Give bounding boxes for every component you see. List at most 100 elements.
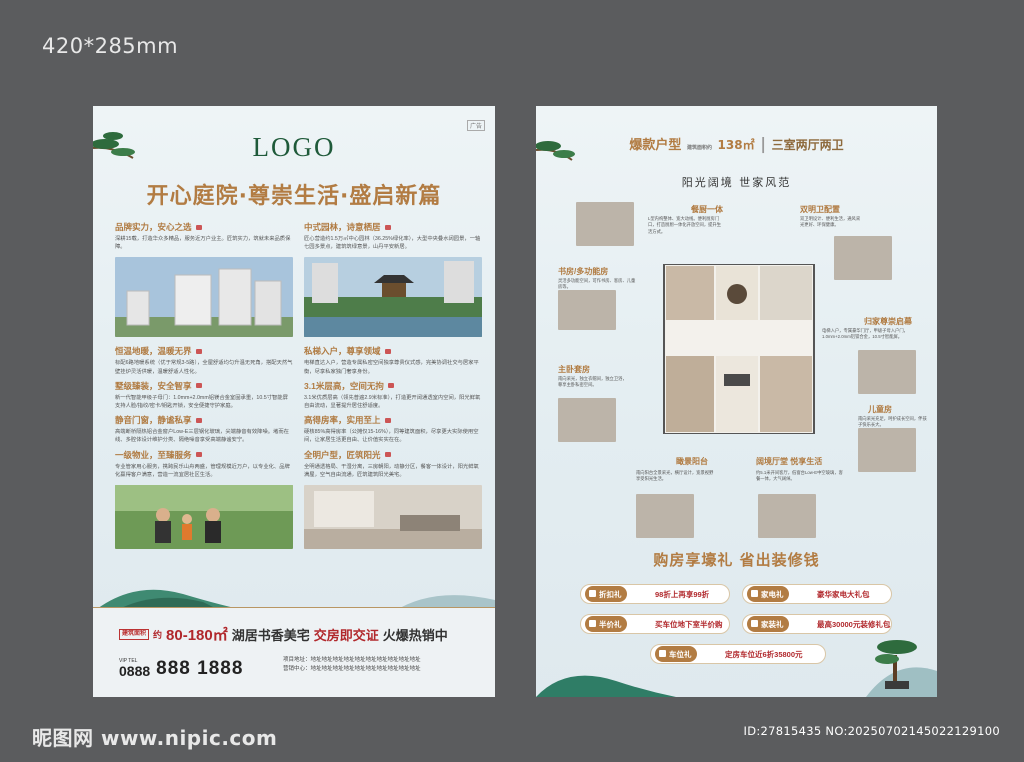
feature-label: 双明卫配置 — [800, 205, 840, 214]
gift-value: 买车位地下室半价购 — [655, 619, 723, 629]
building-photo — [115, 257, 293, 338]
feature-label: 书房/多功能房 — [558, 267, 609, 276]
feature-mark-icon — [384, 224, 391, 230]
feature-mark-icon — [195, 224, 202, 230]
living-photo — [758, 494, 816, 538]
gift-tag: 家装礼 — [747, 616, 789, 632]
feature-mark-icon — [384, 452, 391, 458]
feature-title: 一级物业，至臻服务 — [115, 449, 192, 460]
hot-sale-text: 火爆热销中 — [382, 628, 448, 643]
id-watermark: ID:27815435 NO:20250702145022129100 — [743, 724, 1000, 738]
feature-block: 高得房率，实用至上 硬核85%高得房率（公摊仅15-16%），同等建筑面积，尽享… — [304, 414, 482, 444]
feature-text: 匠心营造约1.5万㎡中心园林（36.25%绿化率），大型中央叠水阔园景，一轴七园… — [304, 236, 481, 251]
left-feature-column: 品牌实力，安心之选 深耕15载，打造华众多精品，服务近万户业主。匠筑实力，筑就未… — [115, 221, 293, 557]
dining-photo — [576, 202, 634, 246]
feature-text: 专业管家用心服务，携跨民乐山舟两盛，管理规模近万户，以专业化、品牌化赢得客户满意… — [115, 463, 290, 478]
feature-desc: 灵活多功能空间，可作书房、客房、儿童房等。 — [558, 278, 636, 290]
feature-label: 归家尊崇启幕 — [864, 317, 912, 326]
feature-desc: 电梯入户，专属豪华门厅，甲级子母入户门，1.0mm+2.0mm铝镁合金，10.5… — [822, 328, 908, 340]
entry-photo — [858, 350, 916, 394]
feature-block: 品牌实力，安心之选 深耕15载，打造华众多精品，服务近万户业主。匠筑实力，筑就未… — [115, 221, 293, 251]
area-prefix: 建筑面积约 — [686, 145, 712, 151]
address-block: 项目地址：地址地址地址地址地址地址地址地址地址地址 营销中心：地址地址地址地址地… — [283, 656, 421, 674]
feature-mark-icon — [387, 383, 394, 389]
feature-title: 恒温地暖，温暖无界 — [115, 346, 192, 357]
feature-desc: 约5.1米开间客厅，低窗台Low-E中空玻璃，客餐一体，大气阔绰。 — [756, 470, 843, 482]
price-row: 建筑面积 约 80-180㎡ 湖居书香美宅 交房即交证 火爆热销中 — [119, 624, 448, 645]
size-label: 420*285mm — [42, 34, 179, 58]
feature-title: 高得房率，实用至上 — [304, 415, 381, 426]
mountain-decoration — [93, 589, 495, 612]
feature-text: 新一代智能甲级子母门：1.0mm+2.0mm铝镁合金室固承重，10.5寸智能屏支… — [115, 394, 288, 410]
right-flyer-page: 爆款户型 建筑面积约 138㎡ | 三室两厅两卫 阳光阔境 世家风范 餐厨一体 … — [536, 106, 937, 697]
feature-text: 3.1米优质层高（领先普遍2.9米标准），打造更开阔通透室内空间，阳光鲜氧自由流… — [304, 394, 481, 410]
feature-title: 墅级臻装，安全智享 — [115, 380, 192, 391]
subtitle: 阳光阔境 世家风范 — [681, 176, 792, 189]
price-bar: 建筑面积 约 80-180㎡ 湖居书香美宅 交房即交证 火爆热销中 VIP TE… — [93, 607, 495, 697]
feature-text: 高端断桥隔热铝合金窗户Low-E三层钢化玻璃，尖端静音有效降噪。堵而在线、多腔体… — [115, 429, 289, 444]
gift-tag: 半价礼 — [585, 616, 627, 632]
address-line: 项目地址：地址地址地址地址地址地址地址地址地址地址 — [283, 657, 421, 663]
gift-tag: 折扣礼 — [585, 586, 627, 602]
feature-title: 中式园林，诗意栖居 — [304, 222, 381, 232]
feature-block: 静音门窗，静谧私享 高端断桥隔热铝合金窗户Low-E三层钢化玻璃，尖端静音有效降… — [115, 414, 293, 444]
right-feature-column: 中式园林，诗意栖居 匠心营造约1.5万㎡中心园林（36.25%绿化率），大型中央… — [304, 221, 482, 557]
feature-mark-icon — [384, 348, 391, 354]
study-photo — [558, 290, 616, 330]
bonsai-icon — [875, 640, 917, 689]
feature-title: 私梯入户，尊享领域 — [304, 346, 381, 357]
gift-value: 豪华家电大礼包 — [817, 589, 870, 599]
unit-badge: 爆款户型 — [629, 138, 682, 153]
feature-block: 私梯入户，尊享领域 电梯直达入户，营造专属私密空间独享尊贵仪式感，完美协调社交与… — [304, 345, 482, 375]
deliver-text: 交房即交证 — [313, 628, 379, 643]
tel-number: 888 1888 — [156, 658, 244, 679]
feature-text: 标配6路地暖系统（优于常规3-5路），全屋舒适均匀升温无死角，搭配天然气壁挂炉灵… — [115, 360, 293, 375]
gift-value: 98折上再享99折 — [655, 589, 710, 599]
gift-item: 家电礼 豪华家电大礼包 — [742, 584, 892, 604]
feature-mark-icon — [195, 452, 202, 458]
gift-item: 折扣礼 98折上再享99折 — [580, 584, 730, 604]
feature-desc: 南向采光，独立衣帽间，独立卫浴，尊享主卧私密空间。 — [558, 376, 627, 388]
address-line: 营销中心：地址地址地址地址地址地址地址地址地址地址 — [283, 665, 421, 672]
area-badge: 建筑面积 — [119, 629, 150, 640]
garden-photo — [304, 257, 482, 338]
feature-mark-icon — [195, 417, 202, 423]
tel-prefix: 0888 — [119, 663, 151, 680]
feature-block: 一级物业，至臻服务 专业管家用心服务，携跨民乐山舟两盛，管理规模近万户，以专业化… — [115, 449, 293, 479]
feature-label: 儿童房 — [868, 405, 892, 414]
site-watermark: 昵图网 www.nipic.com — [32, 726, 278, 750]
ad-tag: 广告 — [466, 120, 485, 131]
feature-block: 全明户型，匠筑阳光 全明通透格局、干湿分离，三房朝阳，动静分区，餐客一体设计，阳… — [304, 449, 482, 479]
unit-layout: 三室两厅两卫 — [771, 138, 844, 152]
living-room-photo — [304, 485, 482, 550]
feature-title: 品牌实力，安心之选 — [115, 222, 192, 232]
bath-photo — [834, 236, 892, 280]
feature-mark-icon — [195, 348, 202, 354]
feature-desc: L型内构整体、宽大动线。便利厨房门口，打造厨厨一体化开放空间，提升生活方式。 — [648, 216, 722, 234]
gift-title: 购房享壕礼 省出装修钱 — [653, 551, 820, 569]
feature-desc: 南向阳台全景采光，横厅设计，宽景视野享受阳光生活。 — [636, 470, 714, 482]
area-range: 80-180㎡ — [166, 627, 228, 644]
feature-block: 中式园林，诗意栖居 匠心营造约1.5万㎡中心园林（36.25%绿化率），大型中央… — [304, 221, 482, 251]
feature-block: 3.1米层高，空间无拘 3.1米优质层高（领先普遍2.9米标准），打造更开阔通透… — [304, 380, 482, 410]
gift-tag: 家电礼 — [747, 586, 789, 602]
unit-header: 爆款户型 建筑面积约 138㎡ | 三室两厅两卫 — [629, 134, 844, 153]
balcony-photo — [636, 494, 694, 538]
feature-mark-icon — [384, 417, 391, 423]
feature-text: 全明通透格局、干湿分离，三房朝阳，动静分区，餐客一体设计，阳光鲜氧满屋，空气自由… — [304, 463, 479, 478]
telephone: VIP TEL 0888 888 1888 — [119, 658, 243, 680]
feature-label: 瞰景阳台 — [676, 457, 708, 466]
feature-desc: 双卫明设计、便利生活，通风采光更好、环保健康。 — [800, 216, 861, 228]
floor-plan — [663, 264, 815, 434]
feature-title: 静音门窗，静谧私享 — [115, 415, 192, 426]
feature-block: 恒温地暖，温暖无界 标配6路地暖系统（优于常规3-5路），全屋舒适均匀升温无死角… — [115, 345, 293, 375]
approx-mark: 约 — [153, 630, 163, 640]
feature-mark-icon — [195, 383, 202, 389]
feature-label: 餐厨一体 — [691, 205, 723, 214]
master-photo — [558, 398, 616, 442]
headline: 开心庭院·尊崇生活·盛启新篇 — [146, 184, 442, 209]
feature-block: 墅级臻装，安全智享 新一代智能甲级子母门：1.0mm+2.0mm铝镁合金室固承重… — [115, 380, 293, 410]
feature-text: 硬核85%高得房率（公摊仅15-16%），同等建筑面积，尽享更大实际使用空间，让… — [304, 429, 479, 444]
unit-area: 138㎡ — [717, 138, 755, 152]
feature-title: 3.1米层高，空间无拘 — [304, 380, 384, 391]
